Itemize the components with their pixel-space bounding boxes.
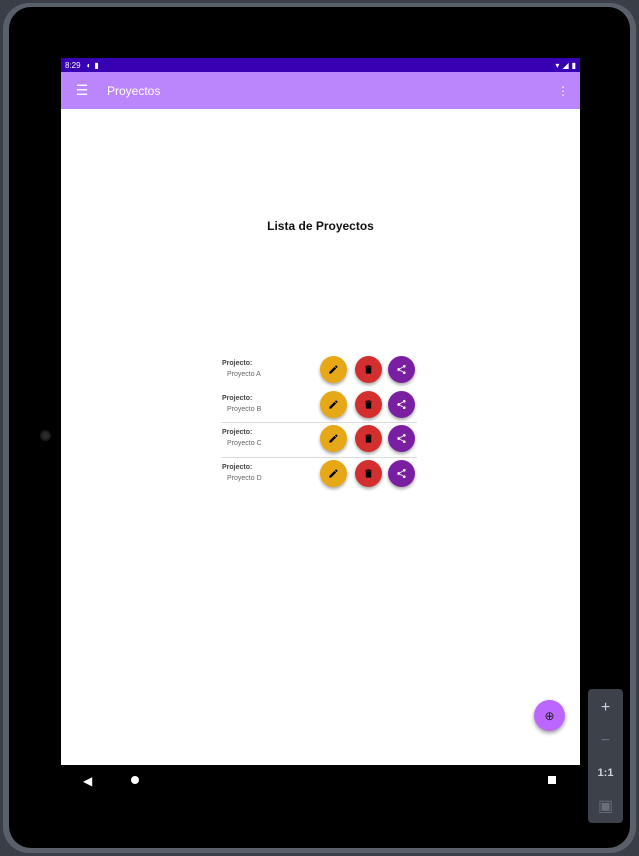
edit-button[interactable] bbox=[320, 356, 347, 383]
trash-icon bbox=[365, 434, 372, 443]
share-icon bbox=[397, 433, 406, 444]
list-item: Projecto: Proyecto D bbox=[221, 458, 417, 493]
status-bar: 8:29 ◐ ▮ ▾ ◢ ▮ bbox=[61, 58, 580, 72]
battery-icon: ▮ bbox=[571, 60, 576, 70]
share-icon bbox=[397, 399, 406, 409]
pencil-icon bbox=[329, 399, 338, 409]
add-circle-icon: ⊕ bbox=[544, 708, 555, 723]
share-icon bbox=[397, 364, 406, 375]
add-project-button[interactable]: ⊕ bbox=[534, 700, 565, 731]
project-label: Projecto: bbox=[222, 429, 253, 436]
status-time: 8:29 bbox=[65, 60, 81, 70]
delete-button[interactable] bbox=[355, 459, 382, 487]
trash-icon bbox=[365, 468, 372, 478]
share-button[interactable] bbox=[388, 390, 415, 418]
delete-button[interactable] bbox=[355, 425, 382, 452]
home-icon[interactable] bbox=[131, 776, 139, 784]
app-bar-title: Proyectos bbox=[107, 83, 161, 98]
system-nav-bar: ◀ bbox=[61, 765, 580, 797]
app-bar: ☰ Proyectos ⋮ bbox=[61, 72, 580, 109]
device-screen: 8:29 ◐ ▮ ▾ ◢ ▮ ☰ Proyectos ⋮ Lista de Pr… bbox=[61, 58, 580, 765]
more-vert-icon[interactable]: ⋮ bbox=[546, 84, 580, 98]
project-name: Proyecto B bbox=[227, 405, 262, 413]
pencil-icon bbox=[329, 468, 338, 478]
project-label: Projecto: bbox=[222, 463, 253, 471]
share-button[interactable] bbox=[388, 459, 415, 487]
trash-icon bbox=[365, 399, 372, 409]
zoom-out-button[interactable]: − bbox=[588, 726, 623, 756]
edit-button[interactable] bbox=[320, 425, 347, 452]
share-icon bbox=[397, 468, 406, 478]
project-name: Proyecto D bbox=[227, 474, 262, 482]
delete-button[interactable] bbox=[355, 390, 382, 418]
signal-icon: ◢ bbox=[562, 60, 569, 70]
camera-icon bbox=[40, 430, 51, 441]
edit-button[interactable] bbox=[320, 459, 347, 487]
fit-screen-icon[interactable]: ▣ bbox=[588, 791, 623, 821]
project-label: Projecto: bbox=[222, 360, 253, 367]
recents-icon[interactable] bbox=[548, 776, 556, 784]
emulator-zoom-panel: + − 1:1 ▣ bbox=[588, 689, 623, 823]
pencil-icon bbox=[329, 365, 338, 374]
list-item: Projecto: Proyecto C bbox=[221, 423, 417, 458]
project-list: Projecto: Proyecto A Projecto: Proyecto … bbox=[221, 354, 417, 492]
wifi-icon: ▾ bbox=[555, 60, 560, 70]
menu-icon[interactable]: ☰ bbox=[61, 72, 103, 109]
share-button[interactable] bbox=[388, 356, 415, 383]
zoom-in-button[interactable]: + bbox=[588, 693, 623, 723]
page-title: Lista de Proyectos bbox=[267, 219, 374, 233]
sd-card-icon: ▮ bbox=[94, 60, 99, 70]
pencil-icon bbox=[329, 434, 338, 443]
project-name: Proyecto C bbox=[227, 440, 262, 447]
back-icon[interactable]: ◀ bbox=[83, 774, 92, 788]
project-name: Proyecto A bbox=[227, 371, 261, 378]
delete-button[interactable] bbox=[355, 356, 382, 383]
edit-button[interactable] bbox=[320, 390, 347, 418]
share-button[interactable] bbox=[388, 425, 415, 452]
trash-icon bbox=[365, 365, 372, 374]
one-to-one-button[interactable]: 1:1 bbox=[588, 758, 623, 788]
list-item: Projecto: Proyecto A bbox=[221, 354, 417, 389]
list-item: Projecto: Proyecto B bbox=[221, 389, 417, 423]
project-label: Projecto: bbox=[222, 394, 253, 402]
notification-icon: ◐ bbox=[86, 60, 92, 70]
